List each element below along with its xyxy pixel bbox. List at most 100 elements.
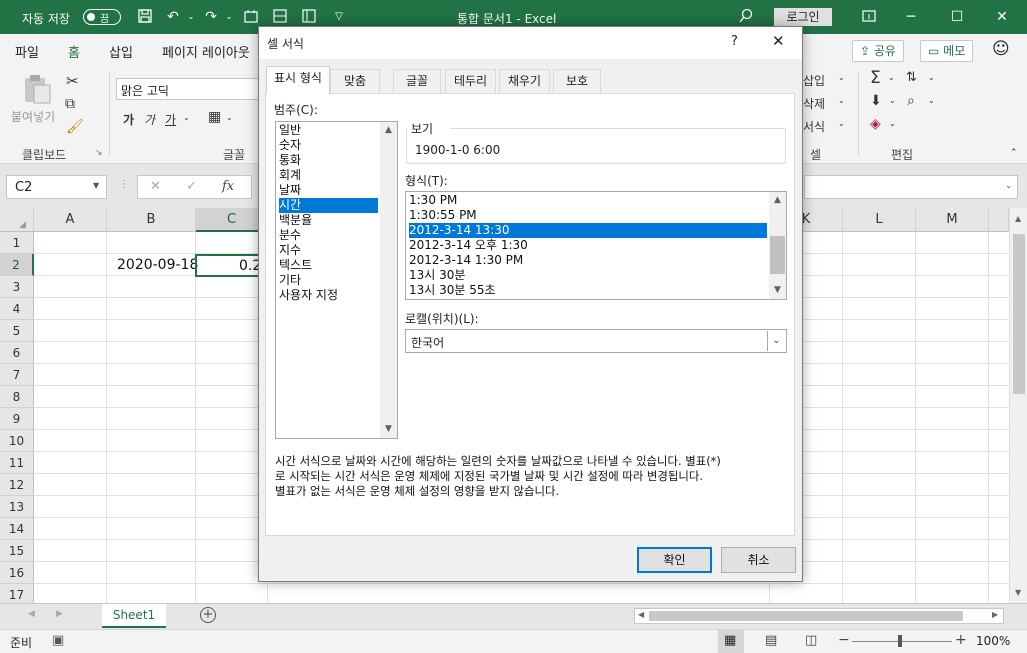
category-item[interactable]: 일반 <box>279 123 378 138</box>
type-scroll-thumb[interactable] <box>770 236 785 274</box>
category-item[interactable]: 기타 <box>279 273 378 288</box>
zoom-slider-track[interactable] <box>852 641 952 642</box>
type-scroll-up-icon[interactable]: ▲ <box>769 192 786 209</box>
undo-dropdown-icon[interactable]: ⌄ <box>182 8 200 26</box>
expand-formula-bar-icon[interactable]: ⌄ <box>1005 181 1013 191</box>
autosum-icon[interactable]: Σ <box>870 68 881 88</box>
redo-dropdown-icon[interactable]: ⌄ <box>220 8 238 26</box>
type-scroll-down-icon[interactable]: ▼ <box>769 282 786 299</box>
row-header[interactable]: 6 <box>0 342 34 364</box>
tab-border[interactable]: 테두리 <box>445 69 496 93</box>
category-list[interactable]: 일반 숫자 통화 회계 날짜 시간 백분율 분수 지수 텍스트 기타 사용자 지정 ▲ ▼ <box>275 121 398 439</box>
scroll-thumb[interactable] <box>1013 234 1025 394</box>
scroll-up-icon[interactable]: ▲ <box>1015 214 1021 223</box>
insert-dropdown-icon[interactable]: ⌄ <box>838 73 845 82</box>
share-button[interactable]: ⇪ 공유 <box>852 40 904 62</box>
normal-view-button[interactable]: ▦ <box>718 630 744 653</box>
collapse-ribbon-icon[interactable]: ⌃ <box>1010 148 1018 158</box>
cancel-button[interactable]: 취소 <box>721 547 796 573</box>
type-item[interactable]: 1:30:55 PM <box>409 208 767 223</box>
column-header-a[interactable]: A <box>34 208 107 232</box>
copy-icon[interactable]: ⧉ <box>65 96 75 112</box>
tab-protection[interactable]: 보호 <box>553 69 601 93</box>
zoom-slider-thumb[interactable] <box>898 635 902 647</box>
horizontal-scrollbar[interactable]: ◀ ▶ <box>634 608 1004 624</box>
save-icon[interactable] <box>136 8 154 26</box>
find-dropdown-icon[interactable]: ⌄ <box>928 96 935 105</box>
font-name-field[interactable]: 맑은 고딕 <box>116 78 264 100</box>
quick-access-icon-2[interactable] <box>271 8 289 26</box>
ok-button[interactable]: 확인 <box>637 547 712 573</box>
row-header[interactable]: 7 <box>0 364 34 386</box>
type-scrollbar[interactable]: ▲ ▼ <box>769 192 786 299</box>
format-painter-icon[interactable]: 🖌 <box>66 119 84 135</box>
scroll-right-icon[interactable]: ▶ <box>992 610 998 619</box>
sheet-prev-icon[interactable]: ◀ <box>28 609 35 619</box>
paste-icon[interactable] <box>20 72 54 106</box>
autosave-toggle[interactable]: 끔 <box>83 9 121 25</box>
tab-alignment[interactable]: 맞춤 <box>330 69 380 93</box>
dialog-help-button[interactable]: ? <box>731 34 738 49</box>
add-sheet-icon[interactable]: + <box>200 607 216 623</box>
select-all-corner[interactable]: ◢ <box>0 208 34 232</box>
zoom-in-icon[interactable]: + <box>955 632 967 648</box>
sort-filter-icon[interactable]: ⇅ <box>906 70 917 85</box>
locale-dropdown-icon[interactable]: ⌄ <box>767 331 785 351</box>
clipboard-launcher-icon[interactable]: ↘ <box>95 148 103 158</box>
type-item[interactable]: 2012-3-14 오후 1:30 <box>409 238 767 253</box>
column-header-l[interactable]: L <box>843 208 916 232</box>
row-header[interactable]: 1 <box>0 232 34 254</box>
name-box-dropdown-icon[interactable]: ▼ <box>93 181 99 190</box>
row-header[interactable]: 10 <box>0 430 34 452</box>
clear-eraser-icon[interactable]: ◈ <box>870 116 881 132</box>
login-button[interactable]: 로그인 <box>774 8 832 26</box>
fill-icon[interactable]: ⬇ <box>870 93 882 109</box>
bold-button[interactable]: 가 <box>123 111 134 128</box>
delete-cells-button[interactable]: 삭제 <box>803 95 825 112</box>
underline-dropdown-icon[interactable]: ⌄ <box>183 113 190 122</box>
delete-dropdown-icon[interactable]: ⌄ <box>838 96 845 105</box>
category-item[interactable]: 통화 <box>279 153 378 168</box>
type-item[interactable]: 2012-3-14 1:30 PM <box>409 253 767 268</box>
row-header[interactable]: 17 <box>0 584 34 603</box>
type-item[interactable]: 2012-3-14 13:30 <box>409 223 767 238</box>
clear-dropdown-icon[interactable]: ⌄ <box>889 119 896 128</box>
column-header-m[interactable]: M <box>916 208 989 232</box>
tab-page-layout[interactable]: 페이지 레이아웃 <box>162 42 250 61</box>
quick-access-icon-3[interactable] <box>300 8 318 26</box>
type-item[interactable]: 1:30 PM <box>409 193 767 208</box>
comment-button[interactable]: ▭ 메모 <box>920 40 974 62</box>
category-scroll-down-icon[interactable]: ▼ <box>380 421 397 438</box>
cell-b2[interactable]: 2020-09-18 <box>117 257 198 273</box>
row-header[interactable]: 4 <box>0 298 34 320</box>
ribbon-display-icon[interactable] <box>860 8 878 26</box>
customize-qat-icon[interactable]: ▽ <box>330 8 348 26</box>
redo-icon[interactable]: ↷ <box>202 8 220 26</box>
scroll-left-icon[interactable]: ◀ <box>638 610 644 619</box>
borders-dropdown-icon[interactable]: ⌄ <box>226 113 233 122</box>
row-header[interactable]: 3 <box>0 276 34 298</box>
zoom-level[interactable]: 100% <box>976 634 1010 648</box>
undo-icon[interactable]: ↶ <box>164 8 182 26</box>
cancel-entry-icon[interactable]: ✕ <box>150 179 161 194</box>
underline-button[interactable]: 가 <box>165 111 176 128</box>
dialog-close-icon[interactable]: ✕ <box>772 32 785 50</box>
row-header[interactable]: 8 <box>0 386 34 408</box>
zoom-out-icon[interactable]: − <box>838 632 850 648</box>
category-item[interactable]: 숫자 <box>279 138 378 153</box>
feedback-smiley-icon[interactable]: ☺ <box>992 39 1010 59</box>
tab-insert[interactable]: 삽입 <box>109 42 133 61</box>
row-header[interactable]: 16 <box>0 562 34 584</box>
locale-select[interactable]: 한국어 ⌄ <box>405 329 787 353</box>
autosum-dropdown-icon[interactable]: ⌄ <box>888 73 895 82</box>
row-header[interactable]: 5 <box>0 320 34 342</box>
row-header[interactable]: 11 <box>0 452 34 474</box>
category-item[interactable]: 날짜 <box>279 183 378 198</box>
maximize-icon[interactable]: ☐ <box>948 8 966 26</box>
tab-fill[interactable]: 채우기 <box>499 69 550 93</box>
sheet-tab-sheet1[interactable]: Sheet1 <box>102 604 166 628</box>
tab-font[interactable]: 글꼴 <box>393 69 441 93</box>
formula-input[interactable]: ⌄ <box>804 175 1018 199</box>
tab-home[interactable]: 홈 <box>68 42 80 68</box>
insert-function-icon[interactable]: fx <box>222 179 234 194</box>
